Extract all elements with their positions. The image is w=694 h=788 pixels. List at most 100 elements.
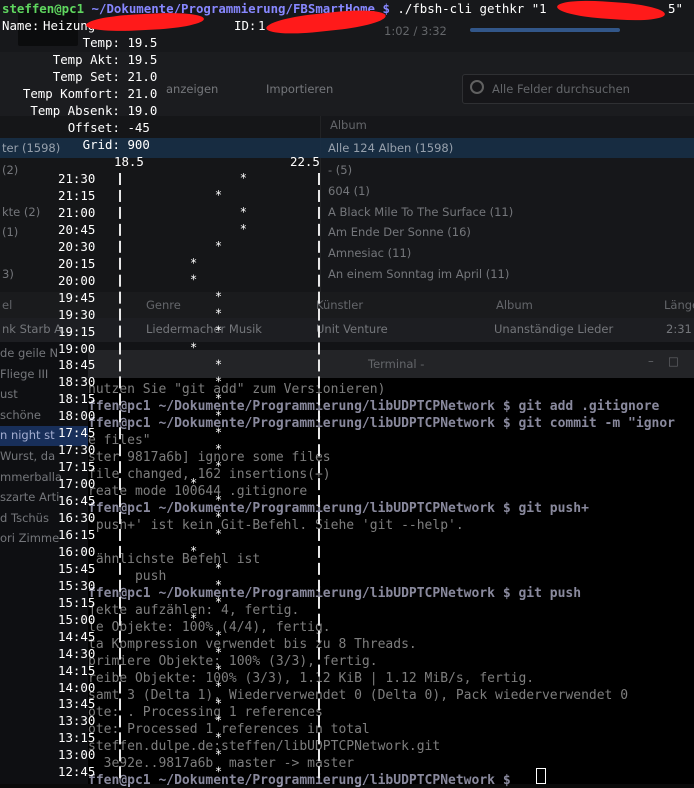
axis-tick-right — [318, 393, 320, 406]
time-label: 15:30 — [58, 577, 96, 593]
data-point: * — [215, 561, 222, 575]
axis-tick-left — [119, 664, 121, 677]
time-label: 19:45 — [58, 289, 96, 305]
axis-tick-right — [318, 698, 320, 711]
axis-tick-right — [318, 613, 320, 626]
axis-tick-right — [318, 647, 320, 660]
time-label: 13:00 — [58, 747, 96, 763]
axis-tick-left — [119, 189, 121, 202]
time-label: 16:00 — [58, 543, 96, 559]
data-point: * — [215, 307, 222, 321]
text-cursor — [536, 768, 546, 784]
data-point: * — [240, 205, 247, 219]
data-point: * — [190, 476, 197, 490]
data-point: * — [215, 764, 222, 778]
axis-tick-left — [119, 444, 121, 457]
axis-tick-left — [119, 732, 121, 745]
time-label: 21:15 — [58, 187, 96, 203]
data-point: * — [215, 527, 222, 541]
time-label: 19:30 — [58, 306, 96, 322]
axis-tick-right — [318, 528, 320, 541]
axis-tick-left — [119, 376, 121, 389]
terminal[interactable]: steffen@pc1 ~/Dokumente/Programmierung/F… — [0, 0, 694, 784]
axis-tick-right — [318, 749, 320, 762]
axis-tick-left — [119, 410, 121, 423]
time-label: 20:30 — [58, 238, 96, 254]
axis-tick-left — [119, 766, 121, 779]
axis-tick-right — [318, 766, 320, 779]
axis-tick-left — [119, 545, 121, 558]
axis-tick-left — [119, 528, 121, 541]
time-label: 13:45 — [58, 696, 96, 712]
axis-tick-left — [119, 698, 121, 711]
axis-tick-right — [318, 342, 320, 355]
axis-tick-left — [119, 342, 121, 355]
data-point: * — [215, 510, 222, 524]
time-label: 14:00 — [58, 679, 96, 695]
data-point: * — [215, 578, 222, 592]
time-label: 16:45 — [58, 493, 96, 509]
time-label: 19:00 — [58, 340, 96, 356]
data-point: * — [215, 663, 222, 677]
time-label: 15:45 — [58, 560, 96, 576]
data-point: * — [215, 239, 222, 253]
axis-tick-right — [318, 596, 320, 609]
data-point: * — [190, 544, 197, 558]
time-label: 14:45 — [58, 628, 96, 644]
axis-tick-right — [318, 308, 320, 321]
axis-tick-right — [318, 512, 320, 524]
axis-tick-right — [318, 681, 320, 694]
axis-min-label: 18.5 — [114, 154, 144, 169]
axis-tick-right — [318, 410, 320, 423]
axis-tick-left — [119, 325, 121, 338]
axis-tick-left — [119, 291, 121, 304]
axis-tick-left — [119, 579, 121, 592]
data-point: * — [240, 222, 247, 236]
data-point: * — [215, 595, 222, 609]
axis-tick-left — [119, 512, 121, 524]
axis-tick-left — [119, 715, 121, 728]
axis-tick-right — [318, 562, 320, 575]
axis-tick-left — [119, 495, 121, 508]
data-point: * — [215, 408, 222, 422]
axis-tick-right — [318, 579, 320, 592]
data-point: * — [215, 442, 222, 456]
axis-tick-right — [318, 206, 320, 219]
axis-tick-right — [318, 376, 320, 389]
time-label: 16:15 — [58, 526, 96, 542]
axis-max-label: 22.5 — [290, 154, 320, 169]
axis-tick-left — [119, 681, 121, 694]
time-label: 18:30 — [58, 374, 96, 390]
time-label: 17:15 — [58, 459, 96, 475]
axis-tick-right — [318, 291, 320, 304]
data-point: * — [190, 341, 197, 355]
axis-tick-left — [119, 393, 121, 406]
axis-tick-left — [119, 206, 121, 219]
data-point: * — [215, 713, 222, 727]
axis-tick-left — [119, 173, 121, 185]
axis-tick-right — [318, 732, 320, 745]
axis-tick-left — [119, 647, 121, 660]
axis-tick-right — [318, 359, 320, 372]
axis-tick-left — [119, 308, 121, 321]
time-label: 21:30 — [58, 171, 96, 186]
axis-tick-right — [318, 274, 320, 287]
time-label: 21:00 — [58, 204, 96, 220]
axis-tick-right — [318, 189, 320, 202]
data-point: * — [215, 425, 222, 439]
axis-tick-right — [318, 240, 320, 253]
data-point: * — [240, 171, 247, 185]
data-point: * — [215, 188, 222, 202]
time-label: 13:30 — [58, 713, 96, 729]
data-point: * — [190, 256, 197, 270]
axis-tick-right — [318, 630, 320, 643]
data-point: * — [215, 696, 222, 710]
time-label: 18:45 — [58, 357, 96, 373]
time-label: 13:15 — [58, 730, 96, 746]
time-label: 12:45 — [58, 764, 96, 780]
data-point: * — [215, 374, 222, 388]
axis-tick-left — [119, 478, 121, 491]
axis-tick-left — [119, 223, 121, 236]
data-point: * — [215, 493, 222, 507]
axis-tick-right — [318, 257, 320, 270]
